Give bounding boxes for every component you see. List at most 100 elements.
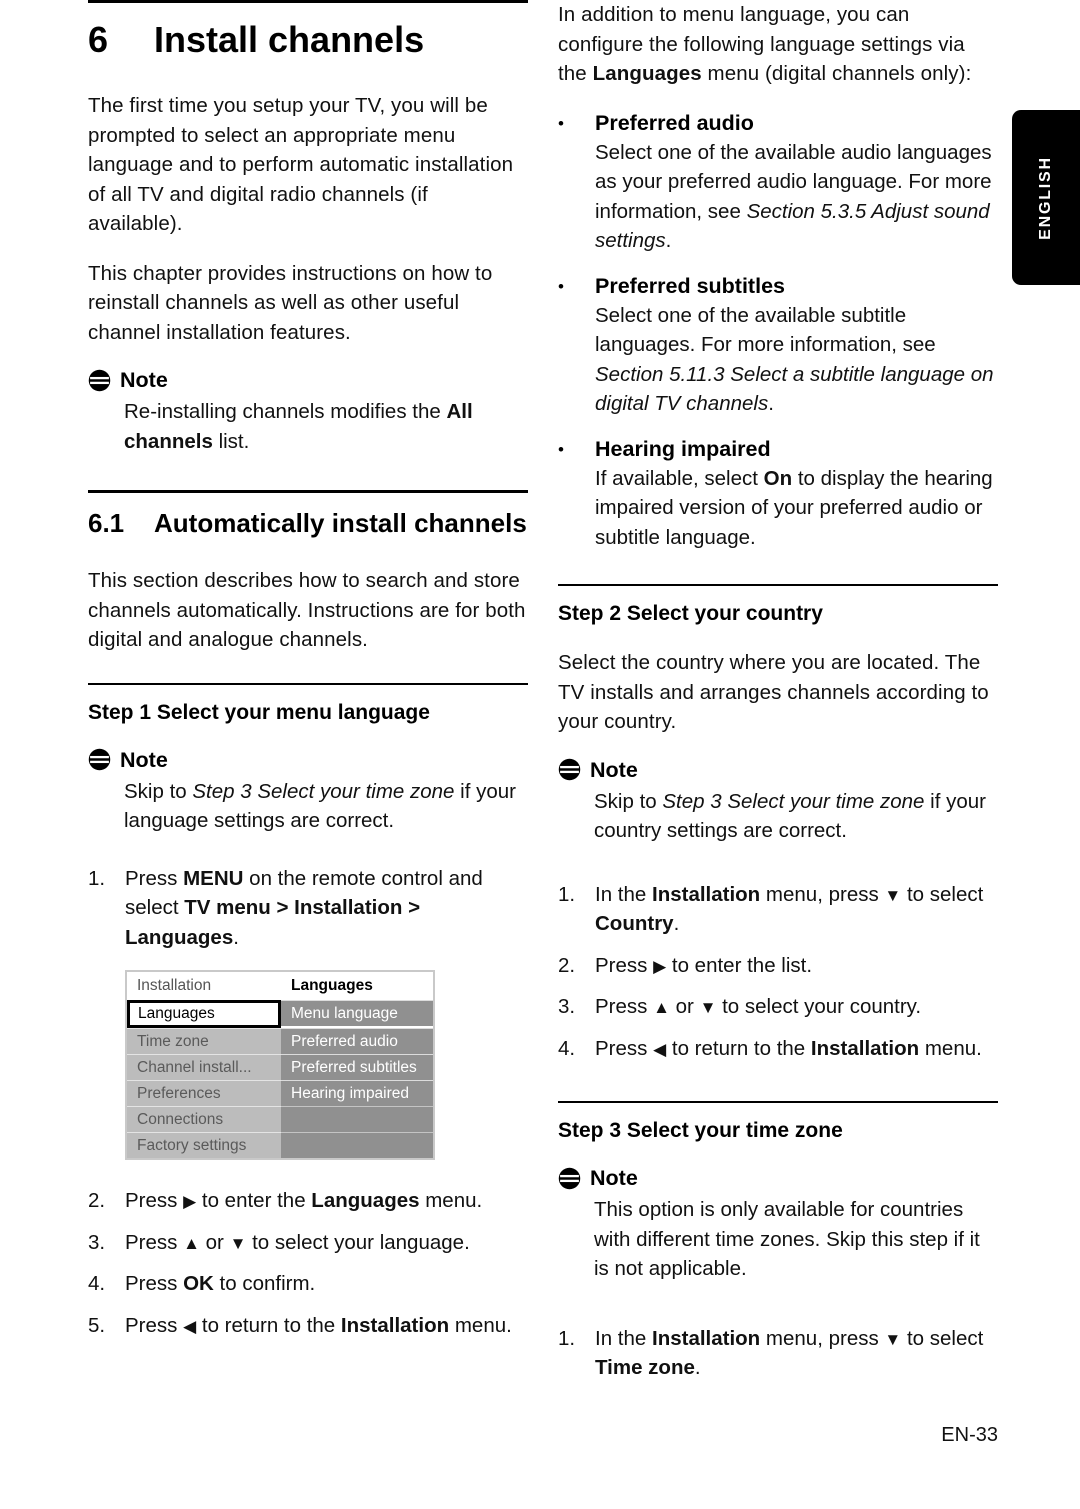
section-rule — [88, 490, 528, 493]
tv-menu-left-item[interactable]: Channel install... — [127, 1054, 281, 1080]
text-segment: Section 5.11.3 Select a subtitle languag… — [595, 362, 994, 416]
note-block-1: Note Re-installing channels modifies the… — [88, 367, 528, 456]
text-segment: menu, press — [760, 1326, 885, 1350]
list-item-content: Press ▶ to enter the list. — [595, 951, 998, 981]
list-item-number: 5. — [88, 1313, 106, 1337]
bullet-list-item: • Preferred audio Select one of the availa… — [558, 109, 998, 256]
right-column: In addition to menu language, you can co… — [558, 0, 998, 1401]
text-segment: Press — [595, 1036, 654, 1060]
numbered-list-item: 1. In the Installation menu, press ▼ to s… — [558, 1324, 998, 1383]
section-title: Automatically install channels — [154, 508, 527, 538]
numbered-list-item: 5. Press ◀ to return to the Installation … — [88, 1311, 528, 1341]
text-segment: Press — [125, 1313, 184, 1337]
direction-arrow-icon: ▼ — [884, 885, 902, 905]
section-heading: 6.1 Automatically install channels — [88, 507, 528, 540]
list-item-number: 3. — [88, 1230, 106, 1254]
step3-note-block: Note This option is only available for c… — [558, 1165, 998, 1284]
text-segment: On — [763, 466, 793, 490]
numbered-list-item: 4. Press ◀ to return to the Installation … — [558, 1034, 998, 1064]
text-segment: Languages — [311, 1189, 420, 1212]
step1-note-body: Skip to Step 3 Select your time zone if … — [88, 777, 528, 836]
step1-heading: Step 1 Select your menu language — [88, 700, 430, 724]
list-item-number: 1. — [558, 882, 576, 906]
step3-note-text-1: This option is only available for countr… — [594, 1198, 980, 1280]
right-intro-text-2: menu (digital channels only): — [701, 62, 972, 85]
step2-note-italic: Step 3 Select your time zone — [662, 789, 925, 813]
bullet-item-heading: Hearing impaired — [595, 436, 771, 461]
direction-arrow-icon: ◀ — [653, 1039, 667, 1059]
list-item-number: 1. — [88, 866, 106, 890]
text-segment: to return to the — [666, 1036, 811, 1060]
tv-menu-left-item[interactable]: Connections — [127, 1106, 281, 1132]
numbered-list-item: 2. Press ▶ to enter the list. — [558, 951, 998, 981]
text-segment: to select your country. — [716, 995, 922, 1018]
text-segment: In the — [595, 882, 652, 906]
step2-paragraph: Select the country where you are located… — [558, 651, 989, 733]
intro-paragraph-1: The first time you setup your TV, you wi… — [88, 94, 514, 235]
note-icon — [558, 758, 581, 781]
tv-menu-right-item-blank — [281, 1106, 433, 1132]
note-label: Note — [590, 757, 638, 782]
text-segment: . — [768, 392, 774, 415]
page-footer: EN-33 — [941, 1424, 998, 1446]
text-segment: menu. — [919, 1036, 982, 1060]
list-item-content: Press MENU on the remote control and sel… — [125, 864, 528, 953]
text-segment: Country — [595, 912, 674, 935]
text-segment: MENU — [183, 866, 244, 890]
step3-note-body: This option is only available for countr… — [558, 1195, 998, 1284]
step2-heading: Step 2 Select your country — [558, 602, 823, 625]
tv-menu-right-item[interactable]: Hearing impaired — [281, 1080, 433, 1106]
text-segment: Installation — [652, 1326, 761, 1350]
text-segment: Press — [595, 953, 654, 977]
numbered-list-item: 1. In the Installation menu, press ▼ to s… — [558, 880, 998, 939]
text-segment: Press — [125, 1189, 184, 1212]
list-item-number: 4. — [88, 1272, 106, 1295]
note-text-1: Re-installing channels modifies the — [124, 400, 447, 423]
bullet-item-content: Preferred audio Select one of the availab… — [595, 109, 998, 256]
step1-note-italic: Step 3 Select your time zone — [192, 779, 455, 803]
list-item-content: Press ▶ to enter the Languages menu. — [125, 1186, 528, 1216]
note-icon — [88, 748, 111, 771]
text-segment: . — [673, 912, 680, 935]
list-item-content: In the Installation menu, press ▼ to sel… — [595, 880, 998, 939]
tv-menu-left-item[interactable]: Factory settings — [127, 1132, 281, 1158]
tv-menu-row[interactable]: Channel install... Preferred subtitles — [127, 1054, 433, 1080]
note-label: Note — [120, 368, 168, 392]
tv-menu-left-item[interactable]: Preferences — [127, 1080, 281, 1106]
language-settings-bullet-list: • Preferred audio Select one of the availa… — [558, 109, 998, 553]
tv-menu-row[interactable]: Languages Menu language — [127, 1000, 433, 1028]
text-segment: or — [199, 1230, 230, 1254]
note-label: Note — [120, 747, 168, 772]
bullet-item-content: Preferred subtitles Select one of the ava… — [595, 272, 998, 419]
direction-arrow-icon: ▼ — [699, 998, 717, 1017]
numbered-list-item: 4. Press OK to confirm. — [88, 1269, 528, 1299]
tv-menu-row[interactable]: Factory settings — [127, 1132, 433, 1158]
tv-menu-row[interactable]: Connections — [127, 1106, 433, 1132]
right-intro-bold: Languages — [592, 62, 702, 85]
bullet-item-body: Select one of the available subtitle lan… — [595, 301, 998, 419]
text-segment: Select one of the available subtitle lan… — [595, 303, 936, 357]
step1-ordered-list-first: 1. Press MENU on the remote control and s… — [88, 864, 528, 953]
tv-menu-right-item[interactable]: Preferred audio — [281, 1028, 433, 1054]
chapter-title: Install channels — [154, 19, 425, 60]
bullet-item-body: If available, select On to display the h… — [595, 464, 998, 553]
section-number: 6.1 — [88, 508, 125, 538]
text-segment: Installation — [340, 1313, 450, 1337]
tv-menu-left-item[interactable]: Time zone — [127, 1028, 281, 1054]
tv-menu-row[interactable]: Time zone Preferred audio — [127, 1028, 433, 1054]
text-segment: menu. — [419, 1189, 483, 1212]
tv-menu-header-right: Languages — [281, 972, 433, 1000]
bullet-item-body: Select one of the available audio langua… — [595, 138, 998, 256]
text-segment: Press — [595, 995, 654, 1018]
tv-menu-right-item[interactable]: Menu language — [281, 1000, 433, 1026]
list-item-content: Press ◀ to return to the Installation me… — [125, 1311, 528, 1341]
tv-menu-left-item-selected[interactable]: Languages — [127, 1000, 281, 1028]
bullet-list-item: • Hearing impaired If available, select On… — [558, 435, 998, 553]
tv-menu-row[interactable]: Preferences Hearing impaired — [127, 1080, 433, 1106]
step1-note-header: Note — [88, 747, 528, 773]
numbered-list-item: 3. Press ▲ or ▼ to select your country. — [558, 992, 998, 1022]
intro-paragraph-2: This chapter provides instructions on ho… — [88, 261, 493, 344]
numbered-list-item: 2. Press ▶ to enter the Languages menu. — [88, 1186, 528, 1216]
text-segment: Press — [125, 1272, 184, 1295]
tv-menu-right-item[interactable]: Preferred subtitles — [281, 1054, 433, 1080]
